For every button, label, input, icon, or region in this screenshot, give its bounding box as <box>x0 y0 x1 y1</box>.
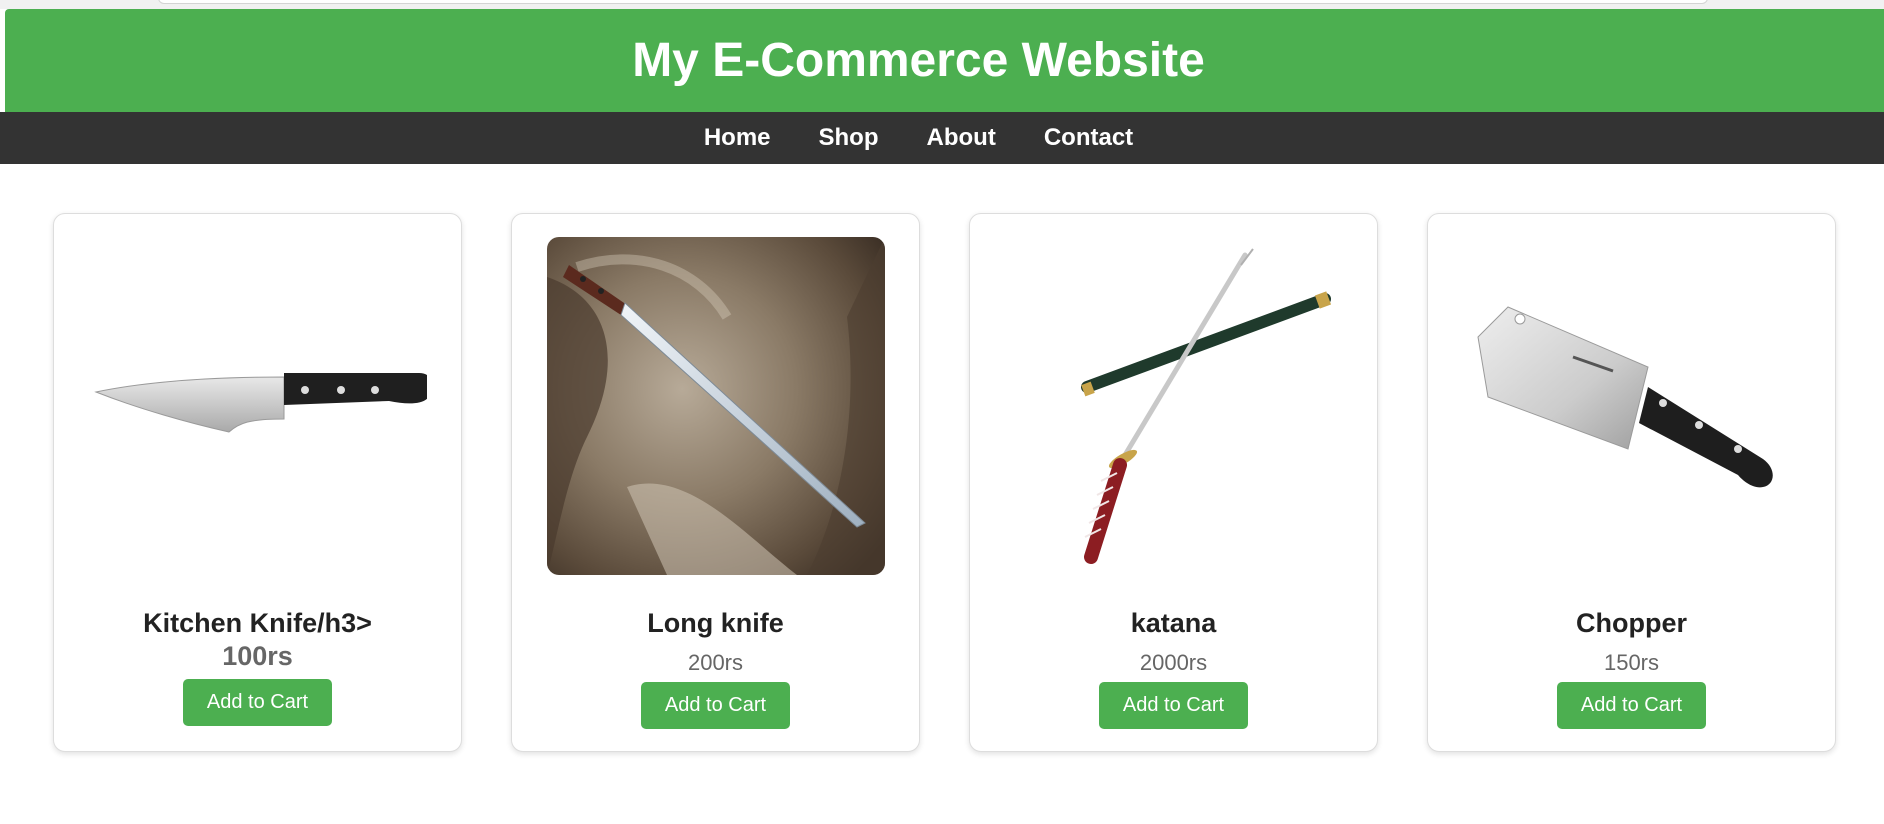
product-name: Chopper <box>1576 608 1687 638</box>
product-name: Kitchen Knife/h3> <box>143 608 372 638</box>
cleaver-icon <box>1476 306 1773 488</box>
kitchen-knife-icon <box>93 373 427 433</box>
product-card: Long knife 200rs Add to Cart <box>511 213 920 752</box>
main-nav: Home Shop About Contact <box>0 112 1884 164</box>
nav-contact-link[interactable]: Contact <box>1044 124 1133 152</box>
product-price: 2000rs <box>1139 650 1208 675</box>
nav-home-link[interactable]: Home <box>704 124 771 152</box>
nav-about-link[interactable]: About <box>927 124 996 152</box>
long-knife-on-fur-image <box>546 237 885 575</box>
product-name: katana <box>1130 608 1217 638</box>
product-price: 100rs <box>222 641 293 671</box>
address-bar[interactable] <box>158 0 1708 4</box>
add-to-cart-button[interactable]: Add to Cart <box>183 679 332 726</box>
site-title: My E-Commerce Website <box>632 34 1205 87</box>
site-header: My E-Commerce Website <box>5 9 1884 112</box>
katana-icon <box>1080 248 1331 564</box>
long-knife-icon <box>546 237 885 575</box>
product-grid: Kitchen Knife/h3> 100rs Add to Cart Long… <box>5 164 1884 752</box>
product-price: 200rs <box>687 650 744 675</box>
page: My E-Commerce Website Home Shop About Co… <box>0 9 1884 824</box>
product-card: katana 2000rs Add to Cart <box>969 213 1378 752</box>
cleaver-image <box>1462 237 1801 575</box>
product-card: Chopper 150rs Add to Cart <box>1427 213 1836 752</box>
product-card: Kitchen Knife/h3> 100rs Add to Cart <box>53 213 462 752</box>
add-to-cart-button[interactable]: Add to Cart <box>1099 682 1248 729</box>
browser-top-strip <box>0 0 1884 9</box>
add-to-cart-button[interactable]: Add to Cart <box>641 682 790 729</box>
product-name: Long knife <box>647 608 784 638</box>
add-to-cart-button[interactable]: Add to Cart <box>1557 682 1706 729</box>
nav-shop-link[interactable]: Shop <box>819 124 879 152</box>
product-price: 150rs <box>1603 650 1660 675</box>
kitchen-knife-image <box>88 237 427 575</box>
katana-image <box>1004 237 1343 575</box>
